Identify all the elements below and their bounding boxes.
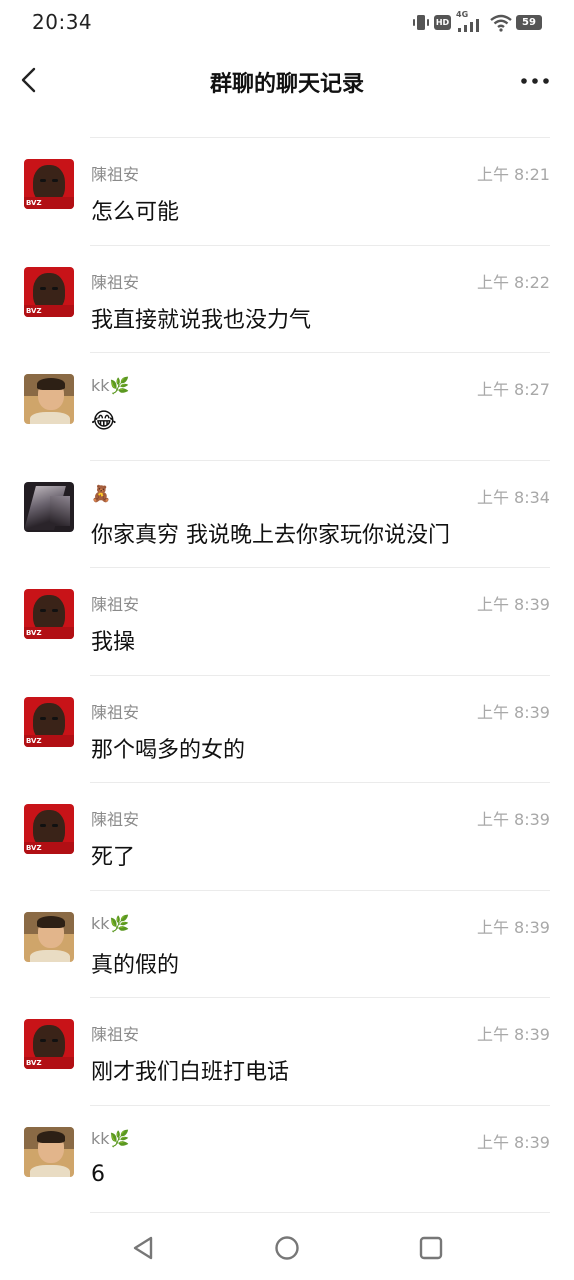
message-time: 上午 8:39 xyxy=(476,1132,550,1152)
message-item[interactable]: kk🌿 上午 8:39 6 xyxy=(0,1105,574,1212)
message-item[interactable]: BVZ 陳祖安 上午 8:21 怎么可能 xyxy=(0,137,574,244)
sender-name: 陳祖安 xyxy=(91,165,140,184)
more-options-button[interactable] xyxy=(518,66,552,96)
nav-recents-icon xyxy=(419,1236,443,1260)
vibrate-icon xyxy=(413,15,429,30)
sender-name: 🧸 xyxy=(91,483,111,503)
chat-history-screen: 20:34 HD 4G 59 群聊的聊天记录 BVZ 陳祖安 上午 8:21 怎… xyxy=(0,0,574,1280)
message-time: 上午 8:34 xyxy=(476,487,550,507)
message-text: 你家真穷 我说晚上去你家玩你说没门 xyxy=(91,522,450,548)
message-text: 真的假的 xyxy=(91,952,180,978)
hd-label: HD xyxy=(435,18,450,27)
avatar[interactable]: BVZ xyxy=(24,266,74,317)
avatar[interactable]: BVZ xyxy=(24,804,74,854)
sender-name: kk🌿 xyxy=(91,1128,130,1148)
sender-name: 陳祖安 xyxy=(91,810,140,829)
message-time: 上午 8:27 xyxy=(476,380,550,399)
message-text: 死了 xyxy=(91,845,136,870)
avatar[interactable]: BVZ xyxy=(24,159,74,209)
sender-name: 陳祖安 xyxy=(91,702,140,722)
avatar[interactable] xyxy=(24,374,74,424)
message-time: 上午 8:39 xyxy=(476,595,550,614)
hd-icon: HD xyxy=(434,15,451,30)
nav-back-icon xyxy=(133,1236,153,1260)
message-item[interactable]: 🧸 上午 8:34 你家真穷 我说晚上去你家玩你说没门 xyxy=(0,460,574,567)
message-text: 我操 xyxy=(91,630,136,655)
more-dots-icon xyxy=(521,78,549,84)
nav-back-button[interactable] xyxy=(127,1231,161,1265)
message-text: 那个喝多的女的 xyxy=(91,737,246,763)
nav-home-icon xyxy=(275,1236,299,1260)
avatar[interactable] xyxy=(24,481,74,532)
status-bar: 20:34 HD 4G 59 xyxy=(0,0,574,44)
message-text: 😂 xyxy=(91,409,117,434)
message-item[interactable]: kk🌿 上午 8:39 真的假的 xyxy=(0,890,574,997)
message-time: 上午 8:39 xyxy=(476,810,550,829)
sender-name: kk🌿 xyxy=(91,913,130,933)
sender-name: kk🌿 xyxy=(91,376,130,395)
message-time: 上午 8:39 xyxy=(476,702,550,722)
message-item[interactable]: BVZ 陳祖安 上午 8:39 我操 xyxy=(0,567,574,674)
message-time: 上午 8:21 xyxy=(476,165,550,184)
sender-name: 陳祖安 xyxy=(91,1025,140,1044)
message-item[interactable]: BVZ 陳祖安 上午 8:39 死了 xyxy=(0,782,574,889)
battery-level: 59 xyxy=(522,17,536,28)
sender-name: 陳祖安 xyxy=(91,272,140,292)
top-app-bar: 群聊的聊天记录 xyxy=(0,50,574,110)
system-nav-bar xyxy=(0,1215,574,1280)
status-time: 20:34 xyxy=(32,10,93,34)
status-icons: HD 4G 59 xyxy=(412,10,544,34)
message-time: 上午 8:22 xyxy=(476,272,550,292)
avatar[interactable] xyxy=(24,911,74,962)
avatar[interactable]: BVZ xyxy=(24,696,74,747)
message-divider xyxy=(90,1212,550,1213)
avatar[interactable]: BVZ xyxy=(24,589,74,639)
message-text: 刚才我们白班打电话 xyxy=(91,1060,290,1085)
message-text: 怎么可能 xyxy=(91,200,180,225)
nav-home-button[interactable] xyxy=(270,1231,304,1265)
message-time: 上午 8:39 xyxy=(476,917,550,937)
message-item[interactable]: BVZ 陳祖安 上午 8:39 刚才我们白班打电话 xyxy=(0,997,574,1104)
message-item[interactable]: kk🌿 上午 8:27 😂 xyxy=(0,352,574,459)
battery-icon: 59 xyxy=(516,15,542,30)
message-item[interactable]: BVZ 陳祖安 上午 8:39 那个喝多的女的 xyxy=(0,675,574,782)
signal-4g-icon: 4G xyxy=(456,10,486,34)
avatar[interactable]: BVZ xyxy=(24,1019,74,1069)
message-item[interactable]: BVZ 陳祖安 上午 8:22 我直接就说我也没力气 xyxy=(0,245,574,352)
message-text: 我直接就说我也没力气 xyxy=(91,307,312,333)
avatar[interactable] xyxy=(24,1126,74,1177)
nav-recents-button[interactable] xyxy=(414,1231,448,1265)
page-title: 群聊的聊天记录 xyxy=(209,72,364,97)
message-text: 6 xyxy=(91,1161,105,1187)
message-time: 上午 8:39 xyxy=(476,1025,550,1044)
sender-name: 陳祖安 xyxy=(91,595,140,614)
wifi-icon xyxy=(490,14,512,32)
